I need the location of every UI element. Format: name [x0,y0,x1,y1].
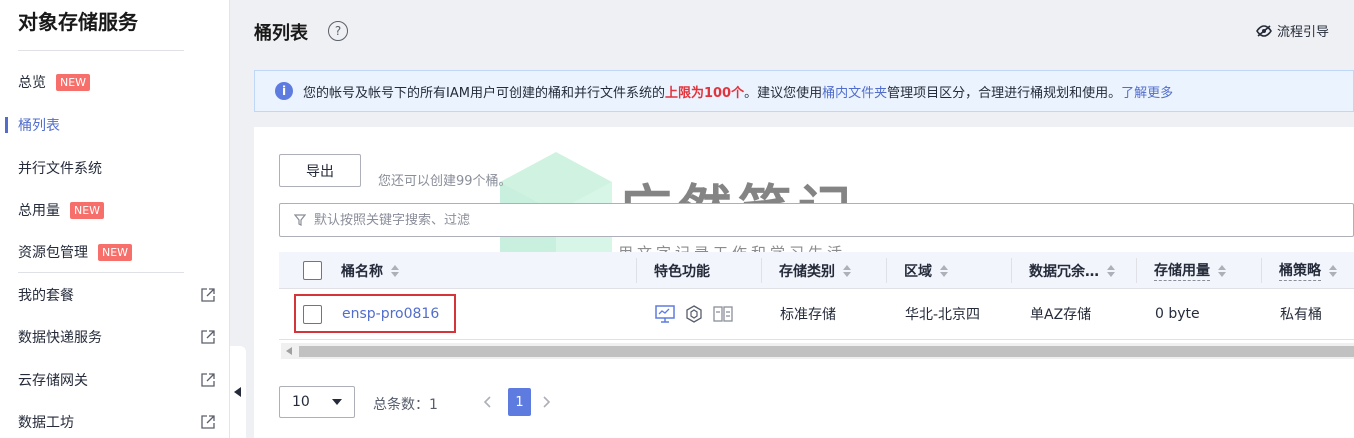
sidebar-item-data-workshop[interactable]: 数据工坊 [18,410,218,434]
sidebar-item-my-packages[interactable]: 我的套餐 [18,283,218,307]
sidebar-divider [18,272,184,273]
storage-class-cell: 标准存储 [780,307,836,323]
scrollbar-thumb[interactable] [299,346,1354,357]
external-link-icon [201,415,215,429]
sidebar-item-label: 总用量 [18,203,60,219]
external-link-icon [201,330,215,344]
sort-icon[interactable] [1107,264,1115,277]
column-separator [636,258,637,283]
search-input[interactable] [314,212,914,228]
column-header-name[interactable]: 桶名称 [341,252,399,289]
column-label: 存储用量 [1154,260,1210,281]
new-badge: NEW [70,201,105,219]
column-separator [1136,258,1137,283]
column-separator [1261,258,1262,283]
sidebar-item-total-usage[interactable]: 总用量 NEW [18,198,218,222]
page-button-current[interactable]: 1 [508,388,531,416]
sidebar-item-label: 桶列表 [18,118,60,134]
chevron-down-icon [332,399,342,405]
column-header-policy[interactable]: 桶策略 [1279,252,1337,289]
sidebar-item-label: 我的套餐 [18,288,74,304]
features-cell [655,290,733,338]
sidebar: 对象存储服务 总览 NEW 桶列表 并行文件系统 总用量 NEW 资源包管理 N… [0,0,230,438]
quota-text: 您还可以创建99个桶。 [378,174,512,189]
monitor-icon[interactable] [655,305,675,323]
active-indicator [5,117,8,133]
sidebar-item-parallel-fs[interactable]: 并行文件系统 [18,156,218,180]
prev-page-icon[interactable] [483,396,491,408]
export-button[interactable]: 导出 [279,154,361,187]
search-box[interactable] [279,203,1354,237]
notice-text: 。建议您使用 [744,85,823,101]
page-title: 桶列表 [254,23,308,44]
info-icon: i [275,82,293,100]
page-size-value: 10 [292,394,310,410]
help-icon[interactable]: ? [328,21,348,41]
sort-icon[interactable] [843,264,851,277]
column-separator [761,258,762,283]
region-cell: 华北-北京四 [905,307,981,323]
column-separator [1011,258,1012,283]
page-size-select[interactable]: 10 [279,386,355,418]
eye-off-icon [1256,24,1272,37]
column-label: 存储类别 [779,263,835,280]
guide-link[interactable]: 流程引导 [1256,21,1329,40]
select-all-checkbox[interactable] [303,261,322,280]
table-header: 桶名称 特色功能 存储类别 区域 数据冗余… 存储用量 桶策略 [279,252,1354,289]
sidebar-item-label: 资源包管理 [18,245,88,261]
column-header-storage-class[interactable]: 存储类别 [779,252,851,289]
usage-cell: 0 byte [1155,306,1200,322]
column-label: 桶策略 [1279,260,1321,281]
horizontal-scrollbar[interactable] [281,343,1354,359]
external-link-icon [201,373,215,387]
column-header-features: 特色功能 [654,252,710,289]
column-header-redundancy[interactable]: 数据冗余… [1029,252,1115,289]
column-label: 区域 [904,263,932,280]
policy-cell: 私有桶 [1280,307,1322,323]
highlight-annotation [294,294,456,333]
new-badge: NEW [56,73,91,91]
sort-icon[interactable] [940,264,948,277]
guide-label: 流程引导 [1277,25,1330,40]
notice-text: 管理项目区分，合理进行桶规划和使用。 [887,85,1122,101]
select-all-cell [303,252,322,289]
sidebar-item-label: 云存储网关 [18,373,88,389]
sidebar-item-label: 数据快递服务 [18,330,102,346]
sidebar-item-bucket-list[interactable]: 桶列表 [18,113,218,137]
next-page-icon[interactable] [543,396,551,408]
column-separator [886,258,887,283]
new-badge: NEW [98,243,133,261]
column-label: 特色功能 [654,263,710,280]
column-label: 数据冗余… [1029,263,1099,280]
sidebar-item-label: 并行文件系统 [18,161,102,177]
folder-link[interactable]: 桶内文件夹 [822,82,887,101]
notice-text: 您的帐号及帐号下的所有IAM用户可创建的桶和并行文件系统的 [303,85,665,101]
info-notice: i 您的帐号及帐号下的所有IAM用户可创建的桶和并行文件系统的 上限为100个 … [254,70,1354,112]
sidebar-item-label: 总览 [18,75,46,91]
redundancy-cell: 单AZ存储 [1030,307,1092,323]
scroll-left-icon[interactable] [286,347,292,355]
column-header-region[interactable]: 区域 [904,252,948,289]
sort-icon[interactable] [1329,264,1337,277]
sidebar-title: 对象存储服务 [18,10,138,34]
sidebar-item-storage-gateway[interactable]: 云存储网关 [18,368,218,392]
sidebar-item-overview[interactable]: 总览 NEW [18,70,218,94]
sort-icon[interactable] [391,264,399,277]
caret-left-icon [234,387,241,397]
sidebar-item-resource-packages[interactable]: 资源包管理 NEW [18,240,218,264]
sidebar-item-data-express[interactable]: 数据快递服务 [18,325,218,349]
column-label: 桶名称 [341,263,383,280]
sidebar-divider [18,50,184,51]
total-count: 总条数：1 [373,397,438,413]
encryption-icon[interactable] [685,305,703,323]
learn-more-link[interactable]: 了解更多 [1121,82,1173,101]
sidebar-collapse-button[interactable] [229,346,246,438]
notice-limit-text: 上限为100个 [664,85,745,101]
filter-icon [294,214,306,226]
sidebar-item-label: 数据工坊 [18,415,74,431]
versioning-icon[interactable] [713,305,733,323]
sort-icon[interactable] [1218,264,1226,277]
column-header-usage[interactable]: 存储用量 [1154,252,1226,289]
external-link-icon [201,288,215,302]
